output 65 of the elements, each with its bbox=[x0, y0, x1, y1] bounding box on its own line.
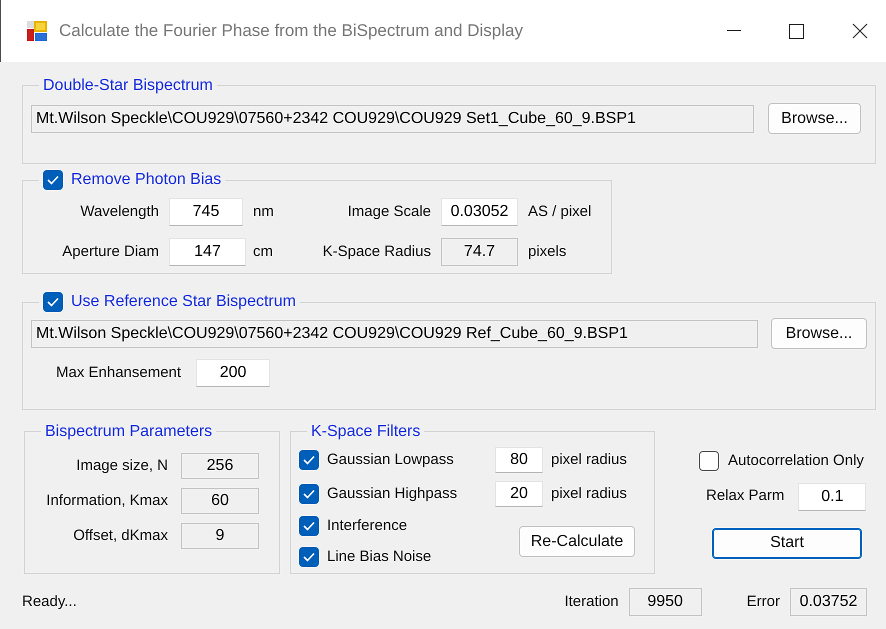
unit-label: pixel radius bbox=[551, 450, 628, 470]
minimize-icon[interactable] bbox=[727, 30, 741, 32]
field-label: Error bbox=[746, 592, 780, 612]
check-icon bbox=[303, 552, 315, 562]
field-label: Image size, N bbox=[75, 456, 168, 476]
check-icon bbox=[47, 175, 59, 185]
app-icon bbox=[27, 21, 47, 41]
text-field[interactable]: 0.1 bbox=[798, 482, 866, 510]
check-icon bbox=[303, 489, 315, 500]
text-field[interactable]: 745 bbox=[169, 198, 243, 226]
value-field[interactable]: Mt.Wilson Speckle\COU929\07560+2342 COU929\COU929 Set1_Cube_60_9.BSP1 bbox=[31, 104, 754, 133]
field-label: Image Scale bbox=[346, 202, 431, 222]
checkbox[interactable] bbox=[299, 546, 319, 567]
value-field[interactable]: Mt.Wilson Speckle\COU929\07560+2342 COU929\COU929 Ref_Cube_60_9.BSP1 bbox=[31, 320, 758, 348]
checkbox[interactable] bbox=[299, 516, 319, 536]
text-field[interactable]: 200 bbox=[196, 359, 270, 387]
close-icon[interactable] bbox=[852, 23, 868, 39]
value-field[interactable]: 0.03752 bbox=[790, 588, 867, 616]
checkbox-label[interactable]: Autocorrelation Only bbox=[728, 450, 864, 472]
unit-label: AS / pixel bbox=[528, 202, 592, 222]
checkbox-label[interactable]: Gaussian Highpass bbox=[327, 482, 487, 506]
group-title: Bispectrum Parameters bbox=[45, 422, 212, 442]
maximize-icon[interactable] bbox=[789, 24, 804, 38]
field-label: Max Enhansement bbox=[56, 362, 182, 383]
check-icon bbox=[303, 521, 315, 532]
field-label: Wavelength bbox=[79, 202, 159, 222]
field-label: Relax Parm bbox=[706, 486, 784, 506]
text-field[interactable]: 20 bbox=[495, 481, 543, 508]
window-title: Calculate the Fourier Phase from the BiSpectrum and Display bbox=[59, 20, 523, 42]
button[interactable]: Browse... bbox=[768, 103, 861, 134]
value-field[interactable]: 74.7 bbox=[441, 238, 518, 266]
text-field[interactable]: 80 bbox=[495, 447, 543, 474]
checkbox[interactable] bbox=[299, 484, 319, 504]
value-field[interactable]: 9 bbox=[181, 523, 259, 550]
status-text: Ready... bbox=[22, 592, 77, 612]
checkbox-label[interactable]: Interference bbox=[327, 515, 487, 538]
field-label: Iteration bbox=[564, 592, 619, 612]
unit-label: pixel radius bbox=[551, 484, 628, 504]
checkbox[interactable] bbox=[699, 451, 719, 472]
button[interactable]: Re-Calculate bbox=[519, 526, 635, 558]
value-field[interactable]: 60 bbox=[181, 488, 259, 514]
field-label: Offset, dKmax bbox=[72, 526, 168, 546]
checkbox-label[interactable]: Gaussian Lowpass bbox=[327, 448, 487, 472]
checkbox[interactable] bbox=[43, 292, 63, 312]
unit-label: cm bbox=[253, 242, 274, 262]
text-field[interactable]: 147 bbox=[169, 238, 246, 266]
checkbox[interactable] bbox=[43, 170, 63, 190]
checkbox-label[interactable]: Remove Photon Bias bbox=[71, 170, 222, 190]
value-field[interactable]: 256 bbox=[181, 453, 259, 480]
checkbox-label[interactable]: Use Reference Star Bispectrum bbox=[71, 292, 296, 312]
button[interactable]: Browse... bbox=[771, 318, 867, 349]
button[interactable]: Start bbox=[712, 528, 862, 558]
unit-label: pixels bbox=[528, 242, 568, 262]
field-label: K-Space Radius bbox=[322, 242, 431, 262]
check-icon bbox=[47, 297, 59, 307]
field-label: Aperture Diam bbox=[61, 242, 159, 262]
group-title: Double-Star Bispectrum bbox=[43, 76, 213, 96]
check-icon bbox=[303, 455, 315, 466]
group-title: K-Space Filters bbox=[311, 422, 420, 442]
unit-label: nm bbox=[253, 202, 275, 222]
text-field[interactable]: 0.03052 bbox=[441, 198, 518, 226]
checkbox[interactable] bbox=[299, 450, 319, 470]
value-field[interactable]: 9950 bbox=[628, 588, 702, 616]
checkbox-label[interactable]: Line Bias Noise bbox=[327, 546, 487, 568]
field-label: Information, Kmax bbox=[45, 490, 168, 511]
